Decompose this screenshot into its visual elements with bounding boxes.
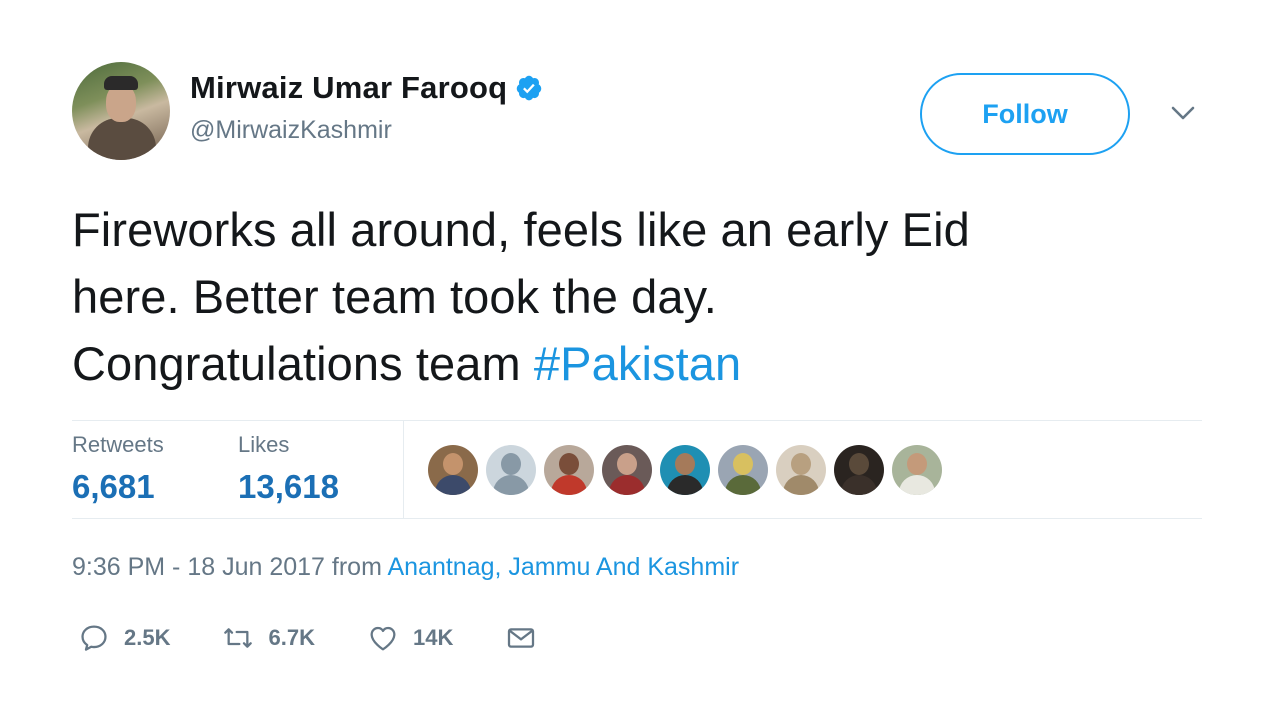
retweets-label: Retweets — [72, 432, 164, 457]
retweet-icon — [224, 628, 253, 648]
tweet-meta: 9:36 PM - 18 Jun 2017 from Anantnag, Jam… — [72, 553, 739, 582]
tweet-line: Congratulations team #Pakistan — [72, 330, 1192, 397]
meta-from: from — [324, 553, 388, 581]
reply-button[interactable]: 2.5K — [78, 622, 170, 654]
retweet-count: 6.7K — [268, 625, 315, 650]
retweet-button[interactable]: 6.7K — [222, 622, 315, 654]
mail-icon — [508, 628, 535, 648]
retweets-value: 6,681 — [72, 468, 155, 505]
tweet-location-link[interactable]: Anantnag, Jammu And Kashmir — [387, 553, 739, 581]
like-button[interactable]: 14K — [367, 622, 453, 654]
tweet-line: here. Better team took the day. — [72, 270, 717, 323]
like-count: 14K — [412, 625, 454, 650]
stats-bottom-divider — [72, 518, 1202, 519]
liker-avatars — [428, 445, 942, 495]
author-display-name[interactable]: Mirwaiz Umar Farooq — [190, 70, 507, 106]
author-avatar[interactable] — [72, 62, 170, 160]
stats-vertical-divider — [403, 420, 404, 518]
liker-avatar[interactable] — [660, 445, 710, 495]
direct-message-button[interactable] — [505, 622, 537, 654]
tweet-actions: 2.5K 6.7K 14K — [78, 622, 589, 654]
tweet-timestamp[interactable]: 9:36 PM - 18 Jun 2017 — [72, 553, 325, 581]
avatar-body — [88, 118, 156, 160]
reply-icon — [81, 625, 107, 651]
avatar-cap — [104, 76, 138, 90]
tweet-line: Fireworks all around, feels like an earl… — [72, 203, 970, 256]
heart-icon — [370, 626, 396, 651]
liker-avatar[interactable] — [892, 445, 942, 495]
chevron-down-icon[interactable] — [1168, 100, 1198, 126]
liker-avatar[interactable] — [718, 445, 768, 495]
liker-avatar[interactable] — [602, 445, 652, 495]
author-name-row[interactable]: Mirwaiz Umar Farooq — [190, 70, 543, 106]
stats-top-divider — [72, 420, 1202, 421]
likes-stat[interactable]: Likes 13,618 — [238, 432, 339, 506]
liker-avatar-default[interactable] — [486, 445, 536, 495]
liker-avatar[interactable] — [776, 445, 826, 495]
liker-avatar[interactable] — [428, 445, 478, 495]
liker-avatar[interactable] — [544, 445, 594, 495]
verified-icon — [517, 75, 542, 101]
liker-avatar[interactable] — [834, 445, 884, 495]
retweets-stat[interactable]: Retweets 6,681 — [72, 432, 164, 506]
tweet-line-text: Congratulations team — [72, 337, 534, 390]
likes-value: 13,618 — [238, 468, 339, 505]
likes-label: Likes — [238, 432, 290, 457]
tweet-text: Fireworks all around, feels like an earl… — [72, 196, 1192, 397]
author-handle[interactable]: @MirwaizKashmir — [190, 116, 392, 145]
hashtag-link[interactable]: #Pakistan — [534, 337, 741, 390]
reply-count: 2.5K — [124, 625, 171, 650]
follow-button[interactable]: Follow — [920, 73, 1130, 155]
